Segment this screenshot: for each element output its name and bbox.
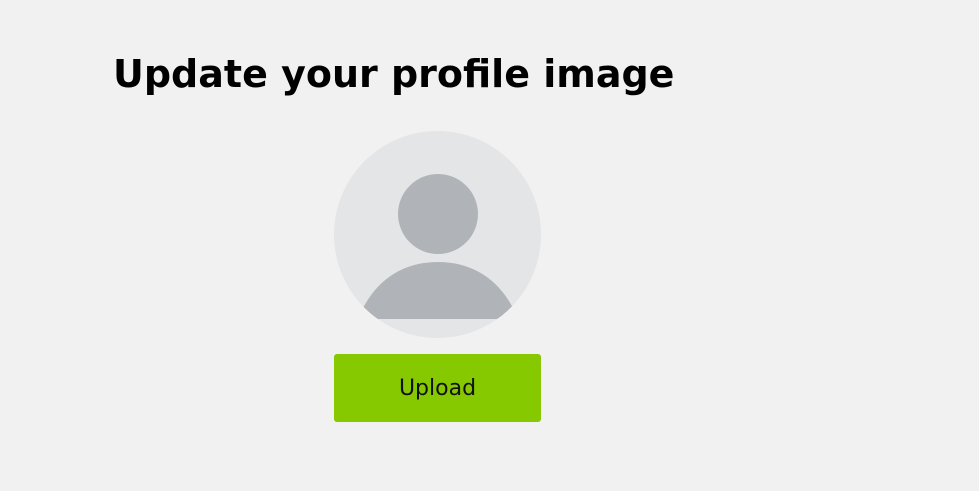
avatar (334, 131, 541, 338)
user-placeholder-icon (334, 131, 541, 338)
upload-button[interactable]: Upload (334, 354, 541, 422)
avatar-head-shape (398, 174, 478, 254)
page-title: Update your profile image (113, 52, 675, 96)
